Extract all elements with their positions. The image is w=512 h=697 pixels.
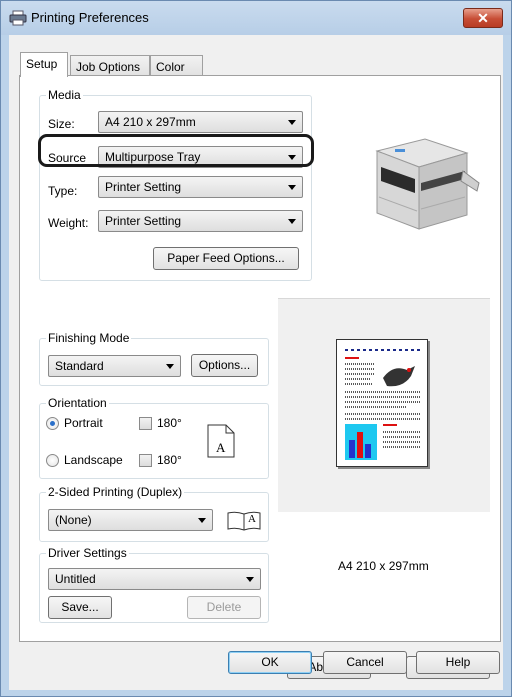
driver-settings-dropdown[interactable]: Untitled (48, 568, 261, 590)
chevron-down-icon (288, 185, 296, 190)
driver-settings-label: Driver Settings (46, 546, 129, 560)
duplex-dropdown[interactable]: (None) (48, 509, 213, 531)
weight-value: Printer Setting (105, 214, 182, 228)
size-value: A4 210 x 297mm (105, 115, 196, 129)
portrait-label: Portrait (64, 416, 103, 430)
media-group: Media Size: A4 210 x 297mm Source Multip… (39, 88, 312, 281)
printing-preferences-window: Printing Preferences ✕ Setup Job Options… (0, 0, 512, 697)
source-highlight-annotation (38, 134, 314, 167)
chevron-down-icon (246, 577, 254, 582)
printer-icon (9, 10, 27, 26)
weight-dropdown[interactable]: Printer Setting (98, 210, 303, 232)
type-value: Printer Setting (105, 180, 182, 194)
ok-button[interactable]: OK (228, 651, 312, 674)
tab-color-label: Color (156, 60, 185, 74)
portrait-radio[interactable] (46, 417, 59, 430)
duplex-value: (None) (55, 513, 92, 527)
tab-job-options-label: Job Options (76, 60, 141, 74)
weight-label: Weight: (48, 216, 89, 230)
chevron-down-icon (288, 219, 296, 224)
chevron-down-icon (288, 120, 296, 125)
preview-caption: A4 210 x 297mm (338, 559, 429, 573)
cancel-button[interactable]: Cancel (323, 651, 407, 674)
duplex-book-letter: A (248, 513, 256, 525)
duplex-group: 2-Sided Printing (Duplex) (None) A (39, 485, 269, 542)
orientation-group: Orientation Portrait 180° Landscape 180°… (39, 396, 269, 479)
close-icon: ✕ (477, 10, 489, 26)
preview-panel (278, 298, 490, 512)
finishing-mode-group: Finishing Mode Standard Options... (39, 331, 269, 386)
driver-settings-group: Driver Settings Untitled Save... Delete (39, 546, 269, 623)
paper-feed-options-button[interactable]: Paper Feed Options... (153, 247, 299, 270)
media-group-label: Media (46, 88, 83, 102)
portrait-rotate-label: 180° (157, 416, 182, 430)
size-label: Size: (48, 117, 75, 131)
save-button[interactable]: Save... (48, 596, 112, 619)
close-button[interactable]: ✕ (463, 8, 503, 28)
type-dropdown[interactable]: Printer Setting (98, 176, 303, 198)
landscape-radio[interactable] (46, 454, 59, 467)
tab-setup-label: Setup (26, 57, 58, 71)
finishing-options-button[interactable]: Options... (191, 354, 258, 377)
page-preview-image (336, 339, 428, 467)
help-button[interactable]: Help (416, 651, 500, 674)
chevron-down-icon (198, 518, 206, 523)
tab-setup[interactable]: Setup (20, 52, 68, 77)
tab-color[interactable]: Color (150, 55, 203, 77)
window-title: Printing Preferences (31, 10, 149, 25)
landscape-rotate-label: 180° (157, 453, 182, 467)
finishing-mode-dropdown[interactable]: Standard (48, 355, 181, 377)
delete-button[interactable]: Delete (187, 596, 261, 619)
landscape-label: Landscape (64, 453, 123, 467)
portrait-rotate-checkbox[interactable] (139, 417, 152, 430)
size-dropdown[interactable]: A4 210 x 297mm (98, 111, 303, 133)
landscape-rotate-checkbox[interactable] (139, 454, 152, 467)
dialog-body: Setup Job Options Color Media Size: A4 2… (9, 35, 503, 690)
driver-settings-value: Untitled (55, 572, 96, 586)
finishing-mode-value: Standard (55, 359, 104, 373)
title-bar[interactable]: Printing Preferences ✕ (1, 1, 511, 35)
chevron-down-icon (166, 364, 174, 369)
printer-image (375, 138, 480, 230)
orientation-label: Orientation (46, 396, 109, 410)
portrait-page-letter: A (216, 440, 226, 455)
duplex-label: 2-Sided Printing (Duplex) (46, 485, 185, 499)
type-label: Type: (48, 184, 78, 198)
setup-tab-page: Media Size: A4 210 x 297mm Source Multip… (19, 75, 501, 679)
finishing-mode-label: Finishing Mode (46, 331, 132, 345)
tab-job-options[interactable]: Job Options (70, 55, 150, 77)
